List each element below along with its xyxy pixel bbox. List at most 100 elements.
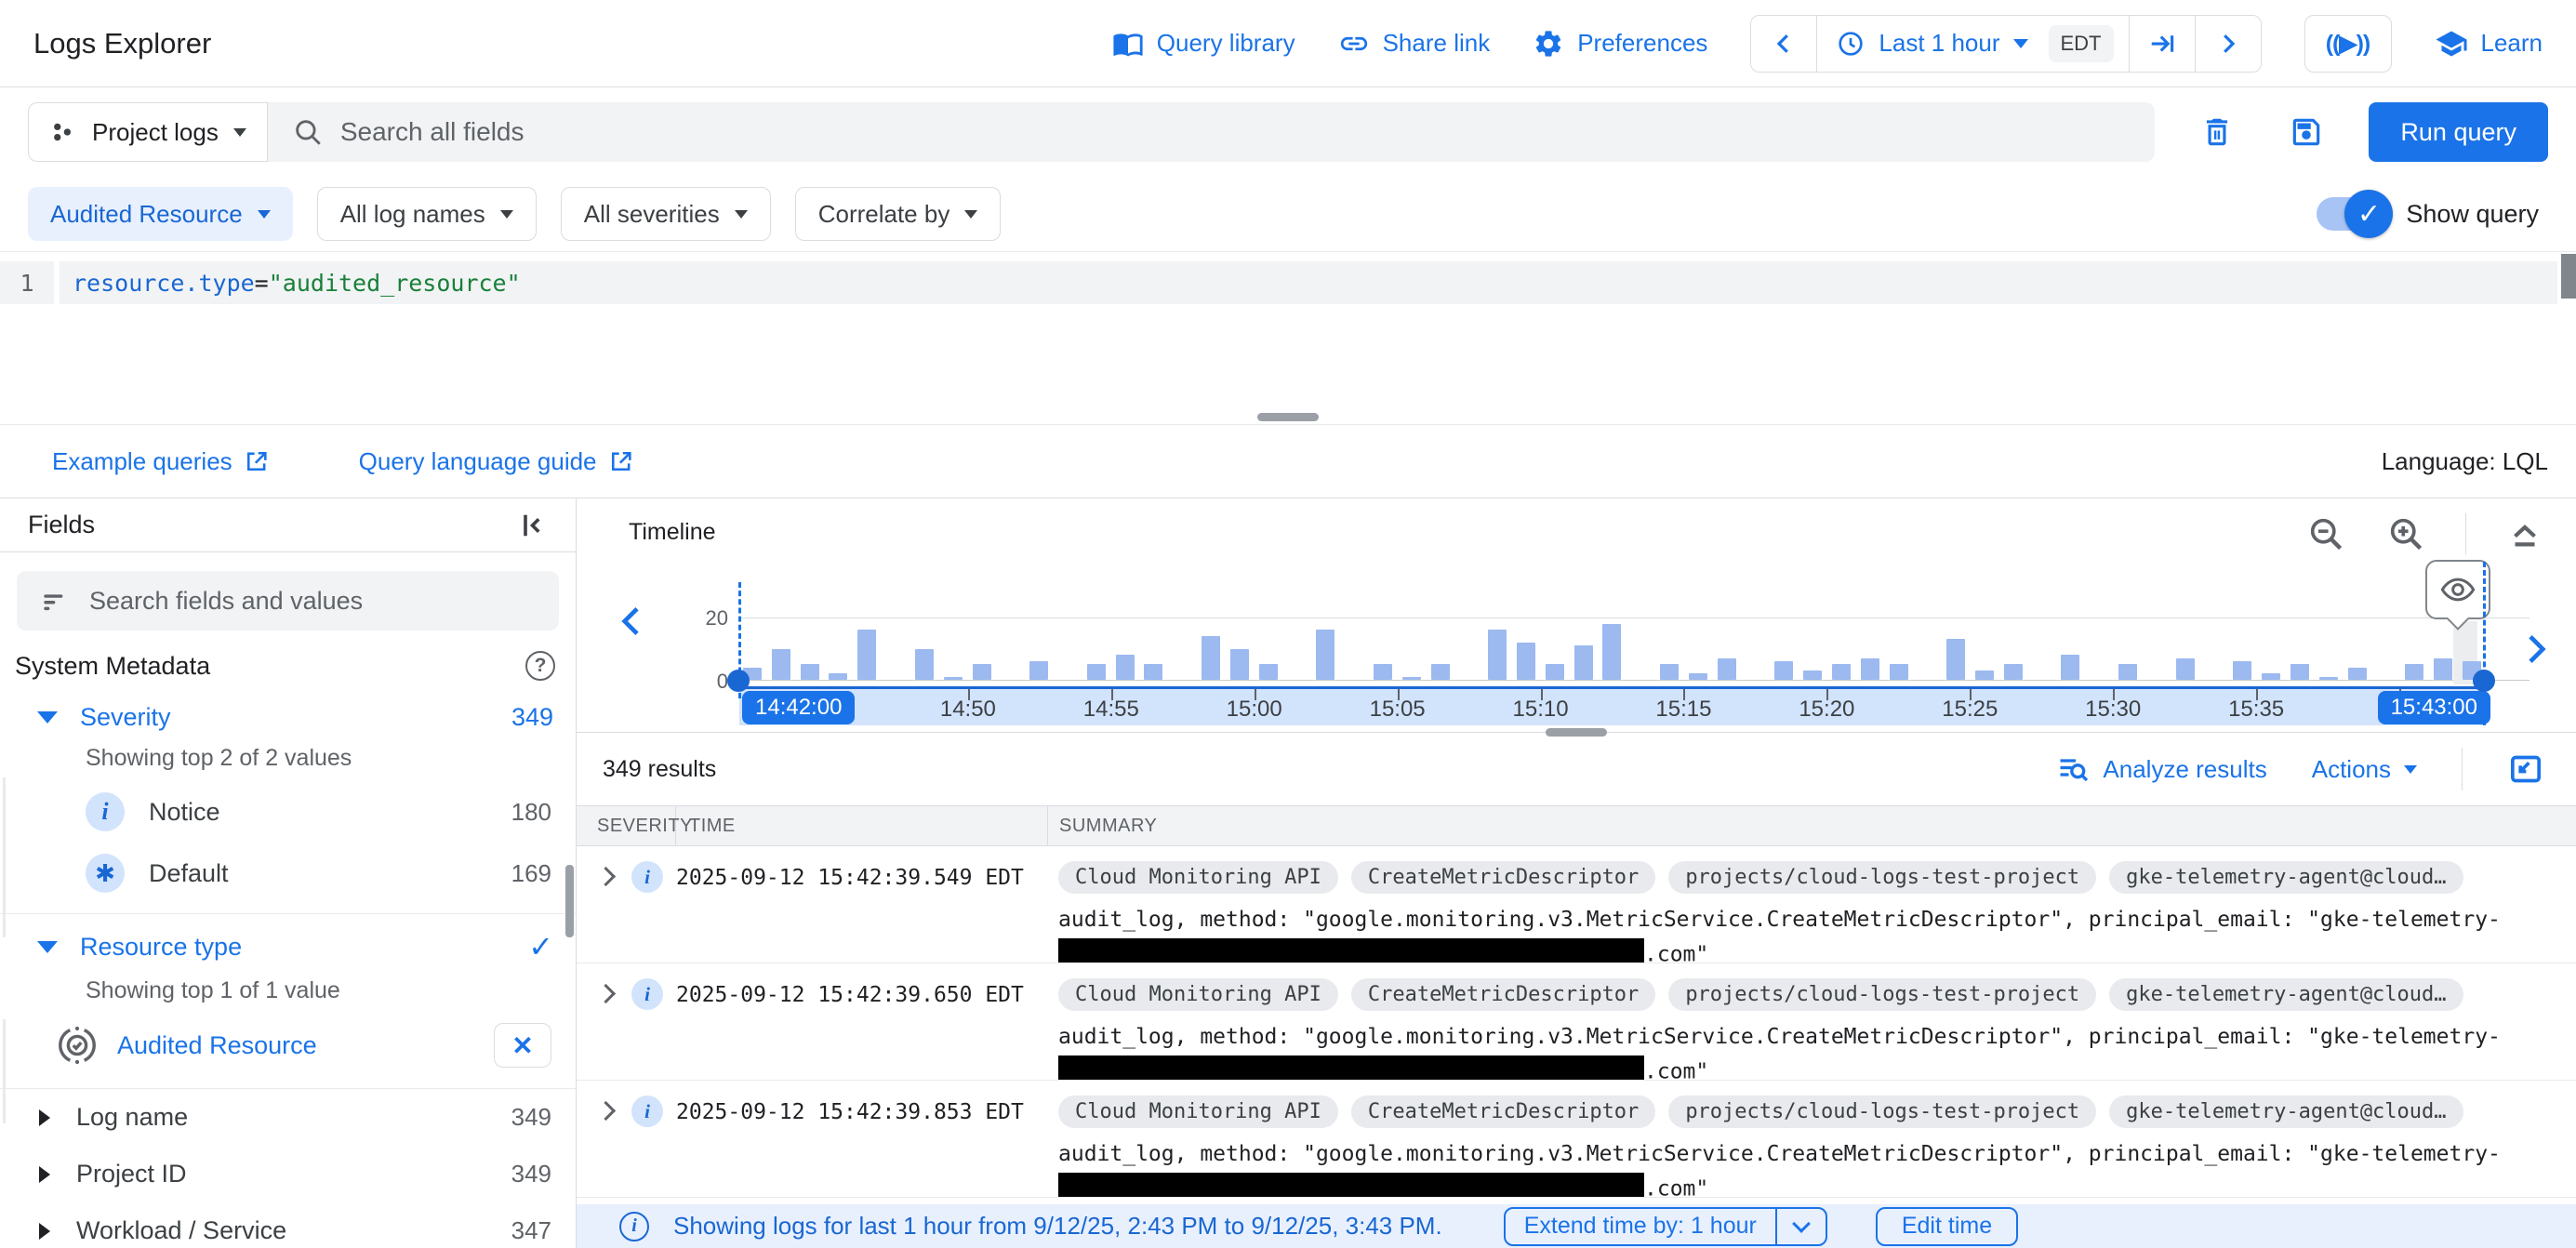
summary-chip[interactable]: CreateMetricDescriptor	[1351, 978, 1655, 1011]
zoom-out-icon[interactable]	[2305, 513, 2346, 554]
collapse-timeline-icon[interactable]	[2505, 514, 2544, 553]
sidebar-field-project-id[interactable]: Project ID349	[0, 1146, 576, 1202]
range-end-handle[interactable]	[2473, 670, 2495, 692]
search-all-fields-input[interactable]: Search all fields	[268, 102, 2156, 162]
histogram-bar	[772, 649, 790, 681]
preferences-button[interactable]: Preferences	[1533, 28, 1707, 60]
scope-icon	[49, 118, 77, 146]
log-entry-row[interactable]: i2025-09-12 15:42:39.650 EDTCloud Monito…	[577, 963, 2576, 1081]
time-selection-band[interactable]: 14:5014:5515:0015:0515:1015:1515:2015:25…	[739, 686, 2485, 725]
fields-search-input[interactable]: Search fields and values	[17, 571, 559, 631]
resource-type-field-group: Resource type ✓ Showing top 1 of 1 value…	[0, 914, 576, 1089]
query-language-guide-link[interactable]: Query language guide	[359, 447, 634, 476]
fields-search-placeholder: Search fields and values	[89, 587, 363, 616]
summary-chip[interactable]: gke-telemetry-agent@cloud…	[2109, 1095, 2463, 1128]
resource-type-field-header[interactable]: Resource type ✓	[0, 914, 576, 974]
field-value-row[interactable]: iNotice180	[0, 781, 576, 843]
histogram-bar	[2405, 664, 2423, 680]
time-range-button[interactable]: Last 1 hour	[1817, 16, 2046, 72]
timeline-pan-right[interactable]	[2516, 623, 2554, 675]
external-link-icon	[608, 448, 634, 474]
example-queries-link[interactable]: Example queries	[52, 447, 270, 476]
query-editor[interactable]: 1 resource.type="audited_resource"	[0, 251, 2576, 424]
summary-text: audit_log, method: "google.monitoring.v3…	[1058, 1022, 2554, 1052]
log-entry-row[interactable]: i2025-09-12 15:42:39.549 EDTCloud Monito…	[577, 846, 2576, 963]
histogram-bar	[2291, 664, 2309, 680]
jump-to-now-button[interactable]	[2130, 16, 2195, 72]
help-icon[interactable]: ?	[525, 651, 555, 681]
log-names-filter-chip[interactable]: All log names	[317, 187, 537, 241]
timeline-pan-left[interactable]	[614, 595, 651, 647]
summary-chip[interactable]: gke-telemetry-agent@cloud…	[2109, 861, 2463, 894]
axis-tick-label: 15:20	[1799, 697, 1854, 723]
edit-time-button[interactable]: Edit time	[1876, 1207, 2018, 1246]
summary-chip[interactable]: gke-telemetry-agent@cloud…	[2109, 978, 2463, 1011]
share-link-button[interactable]: Share link	[1338, 28, 1491, 60]
summary-chip[interactable]: CreateMetricDescriptor	[1351, 861, 1655, 894]
time-forward-button[interactable]	[2196, 16, 2261, 72]
sidebar-field-workload-service[interactable]: Workload / Service347	[0, 1202, 576, 1248]
preview-tooltip[interactable]	[2425, 560, 2490, 619]
analyze-results-button[interactable]: Analyze results	[2056, 752, 2266, 786]
timestamp-cell: 2025-09-12 15:42:39.549 EDT	[676, 861, 1058, 963]
field-value-count: 169	[511, 859, 551, 888]
actions-dropdown[interactable]: Actions	[2312, 755, 2417, 784]
timezone-badge[interactable]: EDT	[2049, 25, 2114, 62]
log-scope-dropdown[interactable]: Project logs	[28, 102, 268, 162]
editor-resize-handle[interactable]	[1257, 413, 1319, 421]
expand-row-icon[interactable]	[596, 984, 616, 1003]
eye-icon	[2439, 571, 2476, 608]
sidebar-field-log-name[interactable]: Log name349	[0, 1089, 576, 1146]
summary-chip[interactable]: projects/cloud-logs-test-project	[1668, 978, 2096, 1011]
resource-type-value-row[interactable]: Audited Resource ✕	[0, 1014, 576, 1079]
summary-chip[interactable]: projects/cloud-logs-test-project	[1668, 861, 2096, 894]
resource-filter-chip[interactable]: Audited Resource	[28, 187, 293, 241]
remove-resource-filter-button[interactable]: ✕	[494, 1023, 551, 1068]
correlate-by-chip[interactable]: Correlate by	[795, 187, 1002, 241]
editor-scrollbar[interactable]	[2561, 254, 2576, 299]
histogram-bar	[1316, 630, 1334, 680]
stream-logs-button[interactable]: ((▶))	[2304, 15, 2392, 73]
clear-query-button[interactable]	[2199, 114, 2235, 150]
range-start-handle[interactable]	[727, 670, 750, 692]
divider	[2465, 513, 2466, 554]
summary-chip[interactable]: Cloud Monitoring API	[1058, 978, 1338, 1011]
zoom-in-icon[interactable]	[2385, 513, 2426, 554]
collapse-panel-icon[interactable]	[514, 509, 548, 542]
expand-row-icon[interactable]	[596, 1101, 616, 1121]
summary-chip[interactable]: CreateMetricDescriptor	[1351, 1095, 1655, 1128]
summary-chips: Cloud Monitoring API CreateMetricDescript…	[1058, 1095, 2554, 1128]
query-code[interactable]: resource.type="audited_resource"	[60, 261, 2557, 304]
log-entry-row[interactable]: i2025-09-12 15:42:39.853 EDTCloud Monito…	[577, 1081, 2576, 1198]
severities-filter-chip[interactable]: All severities	[561, 187, 771, 241]
timeline-resize-handle[interactable]	[1546, 728, 1607, 737]
collapsed-fields-list: Log name349Project ID349Workload / Servi…	[0, 1089, 576, 1248]
run-query-button[interactable]: Run query	[2369, 102, 2548, 162]
column-header-severity: SEVERITY	[577, 806, 676, 845]
summary-chip[interactable]: Cloud Monitoring API	[1058, 1095, 1338, 1128]
save-query-button[interactable]	[2289, 114, 2324, 150]
extend-time-button[interactable]: Extend time by: 1 hour	[1506, 1209, 1775, 1244]
query-library-button[interactable]: Query library	[1112, 28, 1295, 60]
learn-button[interactable]: Learn	[2435, 27, 2543, 60]
expand-row-icon[interactable]	[596, 867, 616, 886]
timeline-section: Timeline 20 0	[577, 498, 2576, 733]
severity-field-header[interactable]: Severity 349	[0, 688, 576, 741]
histogram-bar	[1832, 664, 1851, 680]
results-header: 349 results Analyze results Actions	[577, 733, 2576, 805]
summary-chip[interactable]: Cloud Monitoring API	[1058, 861, 1338, 894]
chevron-down-icon	[2404, 765, 2417, 774]
time-back-button[interactable]	[1751, 16, 1816, 72]
axis-tick-label: 15:05	[1370, 697, 1426, 723]
sidebar-scrollbar[interactable]	[565, 865, 574, 937]
field-value-row[interactable]: ✱Default169	[0, 843, 576, 904]
expand-results-icon[interactable]	[2507, 750, 2544, 788]
field-value-label: Default	[149, 859, 229, 888]
histogram-bars[interactable]	[743, 617, 2481, 680]
extend-time-caret-button[interactable]	[1775, 1209, 1826, 1244]
field-label: Log name	[76, 1103, 188, 1132]
show-query-toggle[interactable]: ✓	[2317, 197, 2385, 231]
summary-chip[interactable]: projects/cloud-logs-test-project	[1668, 1095, 2096, 1128]
histogram-bar	[1431, 664, 1450, 680]
show-query-label: Show query	[2406, 200, 2539, 229]
